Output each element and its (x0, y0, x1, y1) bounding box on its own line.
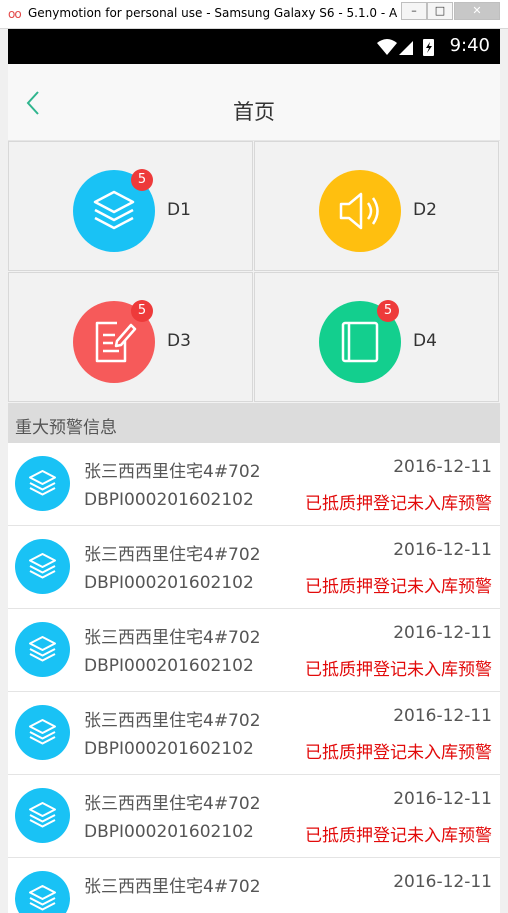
list-item[interactable]: 张三西西里住宅4#702 2016-12-11 DBPI000201602102… (8, 775, 500, 858)
list-item-avatar (15, 871, 70, 913)
list-item[interactable]: 张三西西里住宅4#702 2016-12-11 DBPI000201602102… (8, 609, 500, 692)
section-header: 重大预警信息 (8, 403, 500, 443)
window-border-left (0, 29, 8, 913)
list-item-name: 张三西西里住宅4#702 (84, 545, 261, 565)
list-item-date: 2016-12-11 (393, 457, 492, 477)
status-icons (377, 39, 434, 56)
minimize-button[interactable]: – (401, 2, 427, 20)
list-item-date: 2016-12-11 (393, 872, 492, 892)
layers-icon (29, 719, 56, 745)
list-item-avatar (15, 705, 70, 760)
module-d1-badge: 5 (131, 169, 153, 191)
module-d1[interactable]: 5 D1 (8, 141, 253, 271)
maximize-button[interactable]: □ (427, 2, 453, 20)
page-title: 首页 (233, 100, 275, 124)
list-item-warning: 已抵质押登记未入库预警 (305, 743, 492, 763)
list-item-name: 张三西西里住宅4#702 (84, 877, 261, 897)
list-item-warning: 已抵质押登记未入库预警 (305, 494, 492, 514)
list-item-avatar (15, 788, 70, 843)
list-item-code: DBPI000201602102 (84, 739, 254, 759)
close-button[interactable]: ✕ (454, 2, 500, 20)
window-title: Genymotion for personal use - Samsung Ga… (28, 6, 398, 20)
status-time: 9:40 (449, 35, 490, 56)
section-title: 重大预警信息 (15, 418, 117, 438)
module-d2[interactable]: D2 (254, 141, 499, 271)
module-d4[interactable]: 5 D4 (254, 272, 499, 402)
list-item-name: 张三西西里住宅4#702 (84, 628, 261, 648)
list-item-code: DBPI000201602102 (84, 822, 254, 842)
list-item[interactable]: 张三西西里住宅4#702 2016-12-11 DBPI000201602102… (8, 526, 500, 609)
signal-icon (399, 41, 413, 55)
list-item-code: DBPI000201602102 (84, 490, 254, 510)
module-d3-label: D3 (167, 331, 191, 351)
genymotion-logo: oo (8, 7, 22, 21)
list-item[interactable]: 张三西西里住宅4#702 2016-12-11 DBPI000201602102… (8, 692, 500, 775)
module-d2-label: D2 (413, 200, 437, 220)
wifi-icon (377, 39, 397, 55)
layers-icon (29, 470, 56, 496)
list-item[interactable]: 张三西西里住宅4#702 2016-12-11 (8, 858, 500, 913)
window-border-right (500, 29, 508, 913)
module-d1-label: D1 (167, 200, 191, 220)
list-item-date: 2016-12-11 (393, 623, 492, 643)
list-item-date: 2016-12-11 (393, 789, 492, 809)
list-item[interactable]: 张三西西里住宅4#702 2016-12-11 DBPI000201602102… (8, 443, 500, 526)
layers-icon (29, 553, 56, 579)
module-d4-badge: 5 (377, 300, 399, 322)
window-titlebar: oo Genymotion for personal use - Samsung… (0, 0, 508, 29)
list-item-code: DBPI000201602102 (84, 573, 254, 593)
status-bar: 9:40 (8, 29, 500, 64)
layers-icon (29, 802, 56, 828)
layers-icon (29, 636, 56, 662)
list-item-date: 2016-12-11 (393, 540, 492, 560)
list-item-code: DBPI000201602102 (84, 656, 254, 676)
module-d3[interactable]: 5 D3 (8, 272, 253, 402)
list-item-name: 张三西西里住宅4#702 (84, 462, 261, 482)
list-item-date: 2016-12-11 (393, 706, 492, 726)
list-item-warning: 已抵质押登记未入库预警 (305, 577, 492, 597)
module-grid: 5 D1 D2 5 D3 5 D4 (8, 141, 500, 403)
list-item-avatar (15, 622, 70, 677)
list-item-name: 张三西西里住宅4#702 (84, 794, 261, 814)
alert-list[interactable]: 张三西西里住宅4#702 2016-12-11 DBPI000201602102… (8, 443, 500, 913)
module-d3-badge: 5 (131, 300, 153, 322)
list-item-avatar (15, 539, 70, 594)
list-item-name: 张三西西里住宅4#702 (84, 711, 261, 731)
app-header: 首页 (8, 64, 500, 141)
list-item-warning: 已抵质押登记未入库预警 (305, 826, 492, 846)
list-item-warning: 已抵质押登记未入库预警 (305, 660, 492, 680)
list-item-avatar (15, 456, 70, 511)
layers-icon (29, 885, 56, 911)
speaker-icon (339, 192, 379, 230)
module-d4-label: D4 (413, 331, 437, 351)
module-d2-circle (319, 170, 401, 252)
